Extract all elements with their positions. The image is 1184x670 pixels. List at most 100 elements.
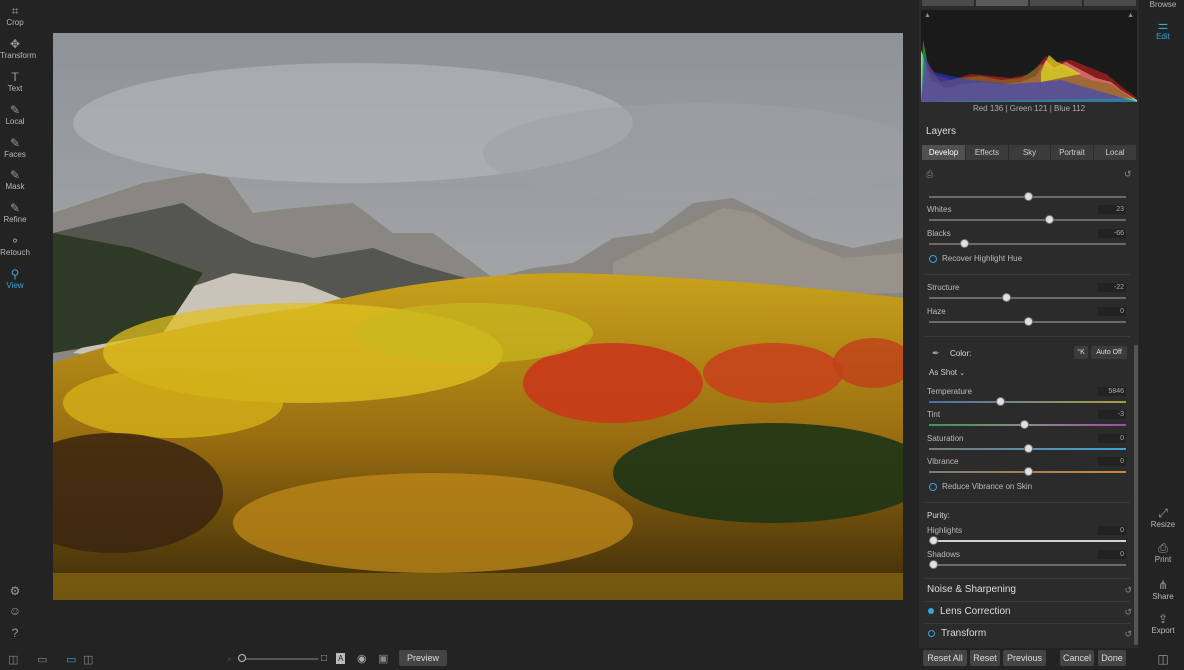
- blacks-slider[interactable]: [929, 239, 1126, 248]
- saturation-value[interactable]: 0: [1098, 434, 1126, 443]
- slider-knob[interactable]: [1023, 192, 1033, 201]
- saturation-label: Saturation: [927, 434, 964, 443]
- tab-sky[interactable]: Sky: [1009, 145, 1050, 160]
- monitor-icon[interactable]: ▭: [37, 653, 47, 666]
- zoom-slider[interactable]: [238, 654, 318, 662]
- section-transform[interactable]: Transform ↺: [925, 624, 1132, 644]
- tint-knob[interactable]: [1019, 420, 1029, 429]
- enabled-dot-icon: [928, 608, 934, 615]
- single-view-icon[interactable]: ▭: [66, 653, 76, 666]
- temperature-knob[interactable]: [995, 397, 1005, 406]
- account-icon-button[interactable]: ☺: [0, 604, 30, 618]
- reset-button[interactable]: Reset: [970, 650, 1000, 666]
- panel-scrollbar[interactable]: [1134, 345, 1138, 645]
- clipping-icon[interactable]: ▣: [378, 652, 388, 665]
- structure-label: Structure: [927, 283, 960, 292]
- tab-portrait[interactable]: Portrait: [1051, 145, 1093, 160]
- vibrance-knob[interactable]: [1023, 467, 1033, 476]
- undo-icon[interactable]: ↺: [1124, 169, 1132, 180]
- white-balance-preset-select[interactable]: As Shot ⌄: [929, 368, 965, 377]
- tool-refine[interactable]: ✎ Refine: [0, 201, 30, 224]
- tool-crop[interactable]: ⌗ Crop: [0, 4, 30, 27]
- structure-knob[interactable]: [1001, 293, 1011, 302]
- tool-transform[interactable]: ✥ Transform: [0, 37, 36, 60]
- section-noise-sharpening[interactable]: Noise & Sharpening ↺: [925, 580, 1132, 600]
- zoom-out-icon[interactable]: ▫: [228, 655, 231, 664]
- section-lens-correction[interactable]: Lens Correction ↺: [925, 602, 1132, 622]
- purity-shadows-slider[interactable]: [928, 560, 1126, 569]
- left-panel-toggle-icon[interactable]: ◫: [8, 653, 18, 666]
- tool-text[interactable]: T Text: [0, 70, 30, 93]
- tool-local[interactable]: ✎ Local: [0, 103, 30, 126]
- module-share[interactable]: ⋔ Share: [1142, 578, 1184, 601]
- shadow-clip-icon[interactable]: ▲: [924, 12, 931, 19]
- zoom-knob[interactable]: [238, 654, 246, 662]
- vibrance-label: Vibrance: [927, 457, 959, 466]
- module-export[interactable]: ⇪ Export: [1142, 612, 1184, 635]
- vibrance-value[interactable]: 0: [1098, 457, 1126, 466]
- preview-button[interactable]: Preview: [399, 650, 447, 666]
- tool-view[interactable]: ⚲ View: [0, 267, 30, 290]
- recover-highlight-hue-checkbox[interactable]: Recover Highlight Hue: [929, 254, 1022, 263]
- tint-value[interactable]: -3: [1098, 410, 1126, 419]
- top-slider-track[interactable]: [929, 192, 1126, 201]
- help-icon-button[interactable]: ?: [0, 626, 30, 640]
- panel-top-tab-1[interactable]: [922, 0, 974, 6]
- eyedropper-icon[interactable]: ✒: [932, 348, 940, 359]
- purity-highlights-slider[interactable]: [928, 536, 1126, 545]
- structure-value[interactable]: -22: [1098, 283, 1126, 292]
- mask-view-icon[interactable]: ◉: [357, 652, 367, 665]
- temperature-value[interactable]: 5846: [1098, 387, 1126, 396]
- presets-icon: ⚙: [9, 584, 21, 598]
- panel-toggle-button[interactable]: ◫: [1142, 652, 1184, 666]
- panel-top-tab-2[interactable]: [976, 0, 1028, 6]
- tab-effects[interactable]: Effects: [966, 145, 1008, 160]
- temperature-slider[interactable]: [929, 397, 1126, 406]
- tool-faces[interactable]: ✎ Faces: [0, 136, 30, 159]
- purity-highlights-knob[interactable]: [928, 536, 938, 545]
- haze-value[interactable]: 0: [1098, 307, 1126, 316]
- tab-develop[interactable]: Develop: [922, 145, 965, 160]
- compare-view-icon[interactable]: ◫: [83, 653, 93, 666]
- histogram-graph: [921, 40, 1137, 102]
- reduce-vibrance-on-skin-checkbox[interactable]: Reduce Vibrance on Skin: [929, 482, 1032, 491]
- kelvin-toggle-button[interactable]: °K: [1074, 346, 1088, 359]
- cancel-button[interactable]: Cancel: [1060, 650, 1094, 666]
- reset-all-button[interactable]: Reset All: [923, 650, 967, 666]
- saturation-knob[interactable]: [1023, 444, 1033, 453]
- module-print[interactable]: ⎙ Print: [1142, 541, 1184, 564]
- done-button[interactable]: Done: [1098, 650, 1126, 666]
- auto-off-button[interactable]: Auto Off: [1091, 346, 1127, 359]
- panel-top-tab-4[interactable]: [1084, 0, 1136, 6]
- undo-icon[interactable]: ↺: [1124, 602, 1132, 622]
- undo-icon[interactable]: ↺: [1124, 580, 1132, 600]
- haze-slider[interactable]: [929, 317, 1126, 326]
- photo-canvas[interactable]: [53, 33, 903, 600]
- faces-icon: ✎: [9, 136, 21, 150]
- zoom-in-icon[interactable]: □: [321, 653, 327, 664]
- module-browse[interactable]: Browse: [1142, 0, 1184, 9]
- whites-value[interactable]: 23: [1098, 205, 1126, 214]
- auto-icon[interactable]: A: [336, 653, 346, 664]
- blacks-value[interactable]: -66: [1098, 229, 1126, 238]
- tool-retouch[interactable]: ⚬ Retouch: [0, 234, 30, 257]
- panel-top-tab-3[interactable]: [1030, 0, 1082, 6]
- presets-icon-button[interactable]: ⚙: [0, 584, 30, 598]
- whites-slider[interactable]: [929, 215, 1126, 224]
- camera-icon[interactable]: ⎙: [926, 169, 933, 180]
- previous-button[interactable]: Previous: [1003, 650, 1046, 666]
- haze-knob[interactable]: [1023, 317, 1033, 326]
- tint-slider[interactable]: [929, 420, 1126, 429]
- vibrance-slider[interactable]: [929, 467, 1126, 476]
- purity-highlights-value[interactable]: 0: [1098, 526, 1126, 535]
- tab-local[interactable]: Local: [1094, 145, 1136, 160]
- undo-icon[interactable]: ↺: [1124, 624, 1132, 644]
- saturation-slider[interactable]: [929, 444, 1126, 453]
- structure-slider[interactable]: [929, 293, 1126, 302]
- purity-shadows-knob[interactable]: [928, 560, 938, 569]
- module-resize[interactable]: ⤢ Resize: [1142, 506, 1184, 529]
- tool-mask[interactable]: ✎ Mask: [0, 168, 30, 191]
- purity-shadows-value[interactable]: 0: [1098, 550, 1126, 559]
- module-edit[interactable]: ⚌ Edit: [1142, 18, 1184, 41]
- highlight-clip-icon[interactable]: ▲: [1127, 12, 1134, 19]
